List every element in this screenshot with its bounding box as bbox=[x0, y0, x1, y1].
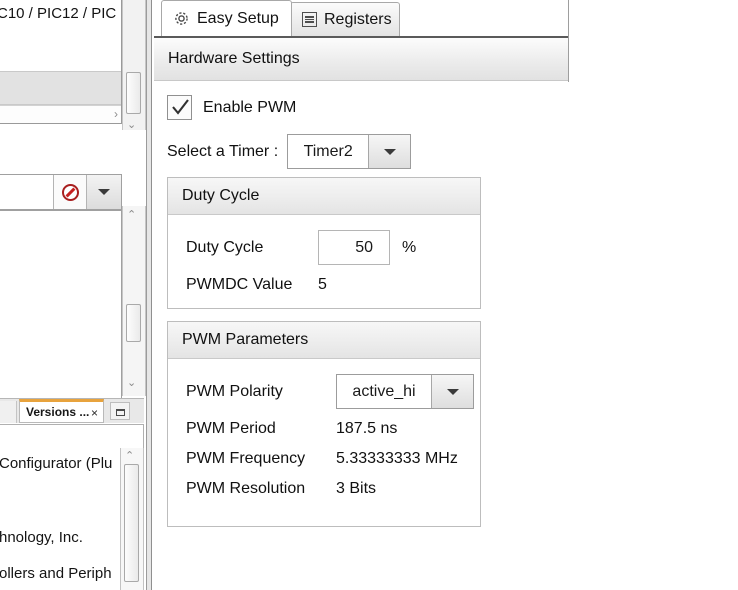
tab-easy-setup[interactable]: Easy Setup bbox=[161, 0, 292, 36]
device-tree-label: C10 / PIC12 / PIC bbox=[0, 5, 116, 22]
hardware-settings-title: Hardware Settings bbox=[168, 50, 300, 68]
output-panel-vertical-scrollbar[interactable]: ⌃ bbox=[120, 448, 144, 590]
chevron-down-icon[interactable] bbox=[431, 375, 473, 408]
output-line: Configurator (Plu bbox=[0, 455, 112, 472]
pwm-polarity-value: active_hi bbox=[337, 375, 431, 408]
close-icon[interactable]: × bbox=[91, 406, 98, 420]
tab-bar: Easy Setup Registers bbox=[153, 0, 569, 36]
pwm-resolution-row: PWM Resolution 3 Bits bbox=[186, 480, 376, 498]
duty-cycle-unit: % bbox=[402, 239, 416, 257]
hardware-settings-header: Hardware Settings bbox=[154, 36, 569, 81]
settings-body: Enable PWM Select a Timer : Timer2 Duty … bbox=[153, 81, 569, 590]
scroll-up-icon[interactable]: ⌃ bbox=[125, 449, 134, 462]
pwm-period-value: 187.5 ns bbox=[336, 420, 397, 438]
pwm-resolution-label: PWM Resolution bbox=[186, 480, 336, 498]
pwm-polarity-select[interactable]: active_hi bbox=[336, 374, 474, 409]
tab-versions[interactable]: Versions ... × bbox=[19, 399, 104, 423]
pwmdc-value: 5 bbox=[318, 276, 327, 294]
tab-easy-setup-label: Easy Setup bbox=[197, 10, 279, 28]
scrollbar-thumb[interactable] bbox=[126, 72, 141, 114]
timer-select-value: Timer2 bbox=[288, 135, 368, 168]
chevron-down-icon[interactable] bbox=[86, 175, 121, 209]
pwm-period-row: PWM Period 187.5 ns bbox=[186, 420, 397, 438]
duty-cycle-group: Duty Cycle Duty Cycle 50 % PWMDC Value 5 bbox=[167, 177, 481, 309]
duty-cycle-input[interactable]: 50 bbox=[318, 230, 390, 265]
pwm-frequency-label: PWM Frequency bbox=[186, 450, 336, 468]
device-tree-panel[interactable]: C10 / PIC12 / PIC › bbox=[0, 0, 122, 124]
pwm-frequency-row: PWM Frequency 5.33333333 MHz bbox=[186, 450, 458, 468]
resource-list-panel[interactable] bbox=[0, 210, 122, 400]
resource-list-vertical-scrollbar[interactable]: ⌃ ⌄ bbox=[122, 206, 146, 396]
tab-registers[interactable]: Registers bbox=[290, 2, 400, 36]
duty-cycle-field-row: Duty Cycle 50 % bbox=[186, 230, 416, 265]
pwm-frequency-value: 5.33333333 MHz bbox=[336, 450, 458, 468]
scroll-down-icon[interactable]: ⌄ bbox=[127, 118, 136, 131]
scrollbar-thumb[interactable] bbox=[126, 304, 141, 342]
output-line: ollers and Periph bbox=[0, 565, 112, 582]
duty-cycle-label: Duty Cycle bbox=[186, 239, 318, 257]
chevron-down-icon[interactable] bbox=[368, 135, 410, 168]
select-timer-label: Select a Timer : bbox=[167, 143, 278, 161]
pwm-period-label: PWM Period bbox=[186, 420, 336, 438]
enable-pwm-label: Enable PWM bbox=[203, 99, 296, 117]
background-application-pane: C10 / PIC12 / PIC › ⌄ ⌃ ⌄ Versions ... ×… bbox=[0, 0, 152, 590]
minimize-button[interactable] bbox=[110, 402, 130, 420]
gear-icon bbox=[173, 10, 190, 27]
device-combo-box[interactable] bbox=[0, 174, 122, 210]
select-timer-row: Select a Timer : Timer2 bbox=[167, 134, 411, 169]
enable-pwm-checkbox[interactable] bbox=[167, 95, 192, 120]
pwm-parameters-group-title: PWM Parameters bbox=[168, 322, 480, 359]
pwm-configuration-panel: Easy Setup Registers Hardware Settings E… bbox=[153, 0, 569, 590]
pane-divider[interactable] bbox=[146, 0, 152, 590]
output-line: hnology, Inc. bbox=[0, 529, 83, 546]
panel-right-edge bbox=[568, 0, 569, 82]
pwm-polarity-label: PWM Polarity bbox=[186, 383, 336, 401]
pwm-polarity-row: PWM Polarity active_hi bbox=[186, 374, 474, 409]
tab-versions-label: Versions ... bbox=[26, 405, 89, 419]
bottom-tab-strip: Versions ... × bbox=[0, 398, 144, 423]
device-tree-selected-row[interactable] bbox=[0, 71, 122, 105]
scroll-down-icon[interactable]: ⌄ bbox=[127, 376, 136, 389]
pwm-parameters-group: PWM Parameters PWM Polarity active_hi PW… bbox=[167, 321, 481, 527]
tab-registers-label: Registers bbox=[324, 11, 392, 29]
device-tree-horizontal-scrollbar[interactable]: › bbox=[0, 105, 122, 123]
timer-select[interactable]: Timer2 bbox=[287, 134, 411, 169]
enable-pwm-row[interactable]: Enable PWM bbox=[167, 95, 296, 120]
pwm-resolution-value: 3 Bits bbox=[336, 480, 376, 498]
registers-icon bbox=[302, 12, 317, 27]
no-entry-icon[interactable] bbox=[53, 175, 87, 209]
pwmdc-value-label: PWMDC Value bbox=[186, 276, 318, 294]
pwmdc-value-row: PWMDC Value 5 bbox=[186, 276, 327, 294]
scroll-up-icon[interactable]: ⌃ bbox=[127, 208, 136, 221]
scrollbar-thumb[interactable] bbox=[124, 464, 139, 582]
tab-stub[interactable] bbox=[0, 401, 17, 423]
scroll-right-icon[interactable]: › bbox=[114, 107, 118, 121]
duty-cycle-group-title: Duty Cycle bbox=[168, 178, 480, 215]
device-tree-vertical-scrollbar[interactable]: ⌄ bbox=[122, 0, 146, 130]
